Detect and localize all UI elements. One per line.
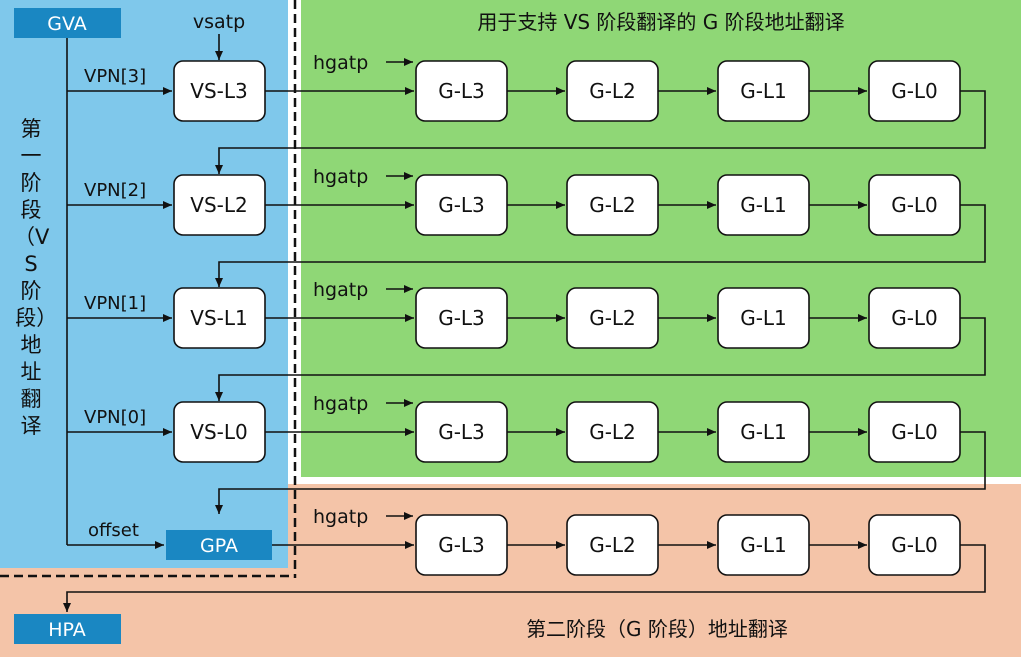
hgatp-label-vs-l1: hgatp — [313, 279, 368, 301]
g-node-label-vs-l1-l0: G-L0 — [891, 306, 938, 330]
g-node-label-vs-l1-l1: G-L1 — [740, 306, 787, 330]
hgatp-label-vs-l3: hgatp — [313, 52, 368, 74]
g-node-label-vs-l0-l2: G-L2 — [589, 420, 636, 444]
vpn1-label: VPN[1] — [84, 293, 146, 314]
gva-label: GVA — [47, 13, 87, 35]
g-node-label-vs-l1-l3: G-L3 — [438, 306, 485, 330]
g-node-label-gpa-l2: G-L2 — [589, 533, 636, 557]
vpn3-label: VPN[3] — [84, 66, 146, 87]
offset-label: offset — [88, 520, 139, 541]
hgatp-label-vs-l0: hgatp — [313, 393, 368, 415]
g-node-label-gpa-l1: G-L1 — [740, 533, 787, 557]
g-node-label-vs-l1-l2: G-L2 — [589, 306, 636, 330]
g-node-label-vs-l3-l1: G-L1 — [740, 79, 787, 103]
vs-stage-title: 第一阶段（VS 阶段）地址翻译 — [14, 117, 50, 438]
g-node-label-vs-l3-l0: G-L0 — [891, 79, 938, 103]
g-node-label-vs-l0-l0: G-L0 — [891, 420, 938, 444]
g-node-label-gpa-l3: G-L3 — [438, 533, 485, 557]
g-for-vs-title: 用于支持 VS 阶段翻译的 G 阶段地址翻译 — [477, 10, 844, 34]
vpn2-label: VPN[2] — [84, 180, 146, 201]
g-node-label-vs-l3-l2: G-L2 — [589, 79, 636, 103]
hgatp-label-vs-l2: hgatp — [313, 166, 368, 188]
g-node-label-vs-l0-l3: G-L3 — [438, 420, 485, 444]
g-node-label-gpa-l0: G-L0 — [891, 533, 938, 557]
vs-l2-label: VS-L2 — [190, 193, 247, 217]
vsatp-label: vsatp — [193, 11, 245, 33]
g-stage-title: 第二阶段（G 阶段）地址翻译 — [526, 617, 788, 641]
g-node-label-vs-l2-l3: G-L3 — [438, 193, 485, 217]
g-node-label-vs-l2-l1: G-L1 — [740, 193, 787, 217]
vs-l3-label: VS-L3 — [190, 79, 247, 103]
gpa-label: GPA — [200, 535, 238, 557]
vs-l0-label: VS-L0 — [190, 420, 247, 444]
vpn0-label: VPN[0] — [84, 407, 146, 428]
g-node-label-vs-l0-l1: G-L1 — [740, 420, 787, 444]
hpa-label: HPA — [48, 619, 86, 641]
g-node-label-vs-l2-l0: G-L0 — [891, 193, 938, 217]
vs-l1-label: VS-L1 — [190, 306, 247, 330]
two-stage-address-translation-diagram: GVA GPA HPA vsatp VPN[3] VPN[2] VPN[1] V… — [0, 0, 1021, 657]
g-node-label-vs-l3-l3: G-L3 — [438, 79, 485, 103]
hgatp-label-gpa: hgatp — [313, 506, 368, 528]
g-node-label-vs-l2-l2: G-L2 — [589, 193, 636, 217]
